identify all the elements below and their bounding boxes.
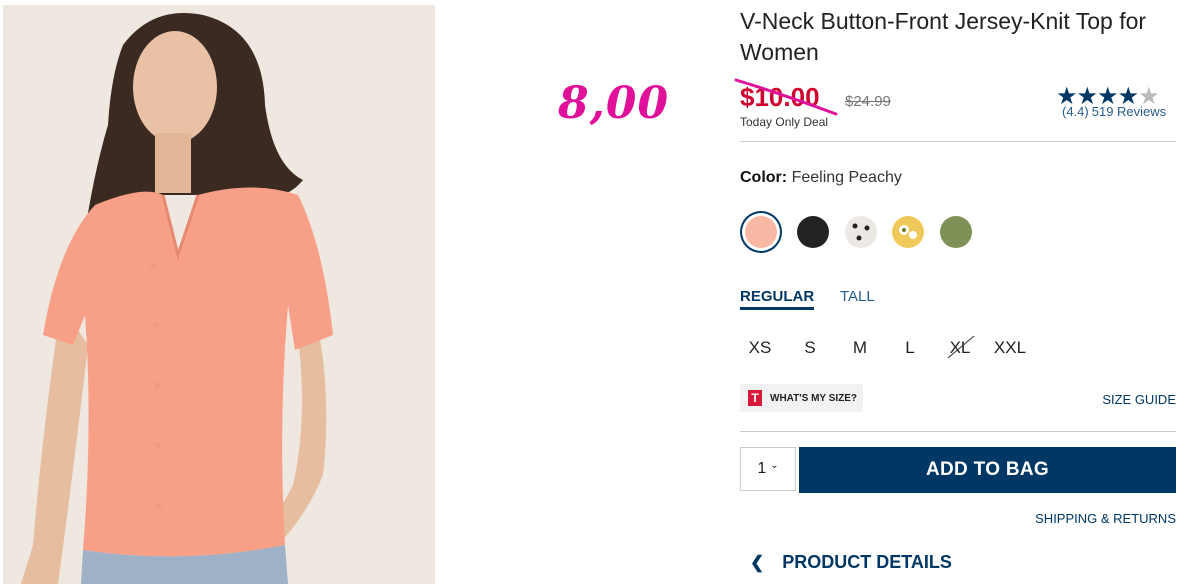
tab-tall[interactable]: TALL bbox=[840, 288, 875, 305]
handwritten-price-note: 8,00 bbox=[558, 78, 670, 129]
product-details-label: PRODUCT DETAILS bbox=[782, 552, 952, 572]
product-info-panel: V-Neck Button-Front Jersey-Knit Top for … bbox=[734, 0, 1176, 584]
size-option-s[interactable]: S bbox=[792, 338, 828, 358]
unavailable-slash-icon bbox=[947, 335, 975, 359]
size-option-xxl[interactable]: XXL bbox=[992, 338, 1028, 358]
color-swatch[interactable] bbox=[797, 216, 829, 248]
color-label: Color: Feeling Peachy bbox=[740, 169, 902, 187]
add-to-bag-button[interactable]: ADD TO BAG bbox=[799, 447, 1176, 493]
selected-color-name: Feeling Peachy bbox=[791, 169, 902, 186]
whats-my-size-button[interactable]: T WHAT'S MY SIZE? bbox=[740, 384, 864, 412]
size-option-xl[interactable]: XL bbox=[942, 335, 978, 359]
size-option-m[interactable]: M bbox=[842, 338, 878, 358]
original-price: $24.99 bbox=[845, 93, 891, 110]
whats-my-size-label: WHAT'S MY SIZE? bbox=[770, 392, 858, 404]
rating-value: (4.4) bbox=[1062, 104, 1089, 119]
size-option-l[interactable]: L bbox=[892, 338, 928, 358]
size-label: XXL bbox=[993, 338, 1027, 357]
divider bbox=[740, 431, 1176, 432]
divider bbox=[740, 141, 1176, 142]
color-swatch[interactable] bbox=[940, 216, 972, 248]
product-title: V-Neck Button-Front Jersey-Knit Top for … bbox=[740, 8, 1147, 65]
size-option-xs[interactable]: XS bbox=[742, 338, 778, 358]
size-label: XS bbox=[748, 338, 772, 357]
color-swatch[interactable] bbox=[892, 216, 924, 248]
review-count: 519 Reviews bbox=[1091, 104, 1167, 119]
chevron-left-icon: ❮ bbox=[750, 553, 765, 572]
shipping-returns-link[interactable]: SHIPPING & RETURNS bbox=[1035, 511, 1176, 526]
product-image[interactable] bbox=[3, 5, 435, 584]
product-details-toggle[interactable]: ❮ PRODUCT DETAILS bbox=[750, 552, 952, 573]
size-guide-link[interactable]: SIZE GUIDE bbox=[1102, 392, 1176, 407]
size-label: L bbox=[905, 338, 915, 357]
tab-regular[interactable]: REGULAR bbox=[740, 288, 815, 310]
quantity-select[interactable]: 1 ⌄ bbox=[740, 447, 796, 491]
size-label: S bbox=[804, 338, 816, 357]
color-swatch[interactable] bbox=[745, 216, 777, 248]
color-swatch[interactable] bbox=[845, 216, 877, 248]
deal-label: Today Only Deal bbox=[740, 115, 829, 129]
chevron-down-icon: ⌄ bbox=[770, 459, 779, 471]
price-strike-mark bbox=[734, 78, 838, 116]
reviews-link[interactable]: (4.4) 519 Reviews bbox=[1062, 104, 1169, 119]
color-label-prefix: Color: bbox=[740, 169, 788, 186]
truefit-logo-icon: T bbox=[748, 390, 762, 406]
quantity-value: 1 bbox=[757, 460, 767, 477]
size-label: M bbox=[852, 338, 868, 357]
